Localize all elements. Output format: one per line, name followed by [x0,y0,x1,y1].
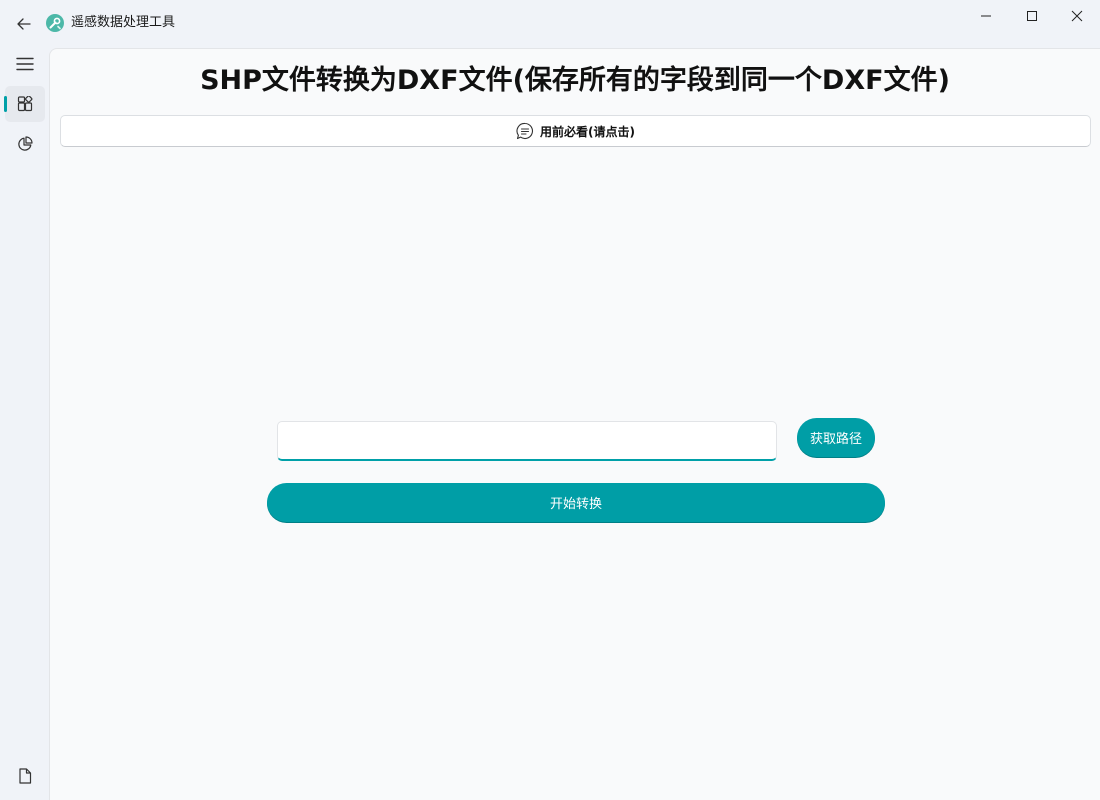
readme-button[interactable]: 用前必看(请点击) [60,115,1091,147]
maximize-icon [1027,11,1037,21]
main-content: SHP文件转换为DXF文件(保存所有的字段到同一个DXF文件) 用前必看(请点击… [49,48,1100,800]
start-convert-button[interactable]: 开始转换 [267,483,885,522]
document-icon [19,768,32,784]
get-path-button[interactable]: 获取路径 [797,418,875,457]
close-icon [1071,10,1083,22]
apps-grid-icon [17,96,33,112]
nav-item-file[interactable] [5,758,45,794]
path-input[interactable] [277,421,777,461]
nav-menu-toggle[interactable] [5,46,45,82]
nav-item-chart[interactable] [5,126,45,162]
back-button[interactable] [12,12,36,36]
maximize-button[interactable] [1009,0,1055,32]
minimize-button[interactable] [963,0,1009,32]
readme-button-label: 用前必看(请点击) [540,124,635,139]
minimize-icon [981,15,991,17]
page-title: SHP文件转换为DXF文件(保存所有的字段到同一个DXF文件) [200,65,950,96]
chat-message-icon [516,122,533,140]
nav-item-tools[interactable] [4,86,45,122]
app-title: 遥感数据处理工具 [71,15,176,30]
title-bar: 遥感数据处理工具 [0,0,1100,46]
nav-selected-indicator [4,96,7,112]
pie-chart-icon [18,136,33,151]
close-button[interactable] [1054,0,1100,32]
hamburger-menu-icon [16,57,34,71]
arrow-left-icon [17,18,31,30]
app-logo-icon [46,14,64,32]
